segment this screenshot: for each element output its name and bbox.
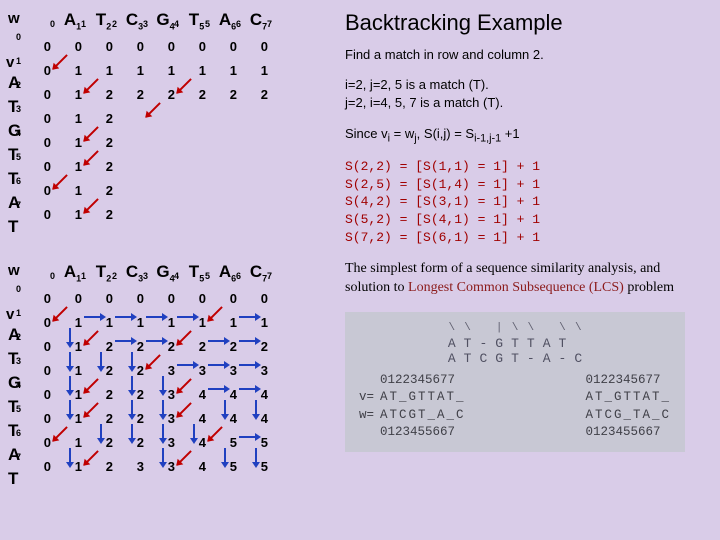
para-post: problem bbox=[624, 280, 674, 295]
v-symbol-2: v bbox=[6, 306, 14, 323]
matrix-1: w A1T2C3G4T5A6C7 v ATGTTAT 0001020304050… bbox=[8, 10, 313, 250]
intro-text: Find a match in row and column 2. bbox=[345, 46, 705, 64]
v-label: v= bbox=[359, 389, 374, 407]
alignment-grid: \\|\\\\ AT-GTTAT ATCGT-A-C bbox=[359, 322, 671, 366]
matrix-2: w A1T2C3G4T5A6C7 v ATGTTAT 0001020304050… bbox=[8, 262, 313, 510]
vline-l: AT_GTTAT_ bbox=[380, 389, 466, 407]
para-lcs: Longest Common Subsequence (LCS) bbox=[408, 280, 624, 295]
page-title: Backtracking Example bbox=[345, 10, 705, 36]
w-symbol-2: w bbox=[8, 262, 20, 279]
match-lines: i=2, j=2, 5 is a match (T). j=2, i=4, 5,… bbox=[345, 76, 705, 112]
botnum-r: 0123455667 bbox=[585, 424, 671, 442]
eq-3: S(5,2) = [S(4,1) = 1] + 1 bbox=[345, 211, 705, 229]
botnum-l: 0123455667 bbox=[380, 424, 466, 442]
topnum-l: 0122345677 bbox=[380, 372, 466, 390]
wline-l: ATCGT_A_C bbox=[380, 407, 466, 425]
line-2: j=2, i=4, 5, 7 is a match (T). bbox=[345, 94, 705, 112]
line-1: i=2, j=2, 5 is a match (T). bbox=[345, 76, 705, 94]
w-symbol: w bbox=[8, 10, 20, 27]
topnum-r: 0122345677 bbox=[585, 372, 671, 390]
wline-r: ATCG_TA_C bbox=[585, 407, 671, 425]
eq-2: S(4,2) = [S(3,1) = 1] + 1 bbox=[345, 193, 705, 211]
v-symbol: v bbox=[6, 54, 14, 71]
w-label: w= bbox=[359, 407, 374, 425]
eq-1: S(2,5) = [S(1,4) = 1] + 1 bbox=[345, 176, 705, 194]
vline-r: AT_GTTAT_ bbox=[585, 389, 671, 407]
eq-0: S(2,2) = [S(1,1) = 1] + 1 bbox=[345, 158, 705, 176]
lcs-paragraph: The simplest form of a sequence similari… bbox=[345, 260, 705, 298]
since-line: Since vi = wj, S(i,j) = Si-1,j-1 +1 bbox=[345, 125, 705, 147]
alignment-numbers: v= w= 0122345677 AT_GTTAT_ ATCGT_A_C 012… bbox=[359, 372, 671, 442]
grid-2: 0001020304050607010111111120122222230122… bbox=[26, 282, 274, 474]
eq-4: S(7,2) = [S(6,1) = 1] + 1 bbox=[345, 229, 705, 247]
equation-block: S(2,2) = [S(1,1) = 1] + 1 S(2,5) = [S(1,… bbox=[345, 158, 705, 246]
grid-1: 0001020304050607010111111120122222230124… bbox=[26, 30, 274, 222]
alignment-box: \\|\\\\ AT-GTTAT ATCGT-A-C v= w= 0122345… bbox=[345, 312, 685, 452]
